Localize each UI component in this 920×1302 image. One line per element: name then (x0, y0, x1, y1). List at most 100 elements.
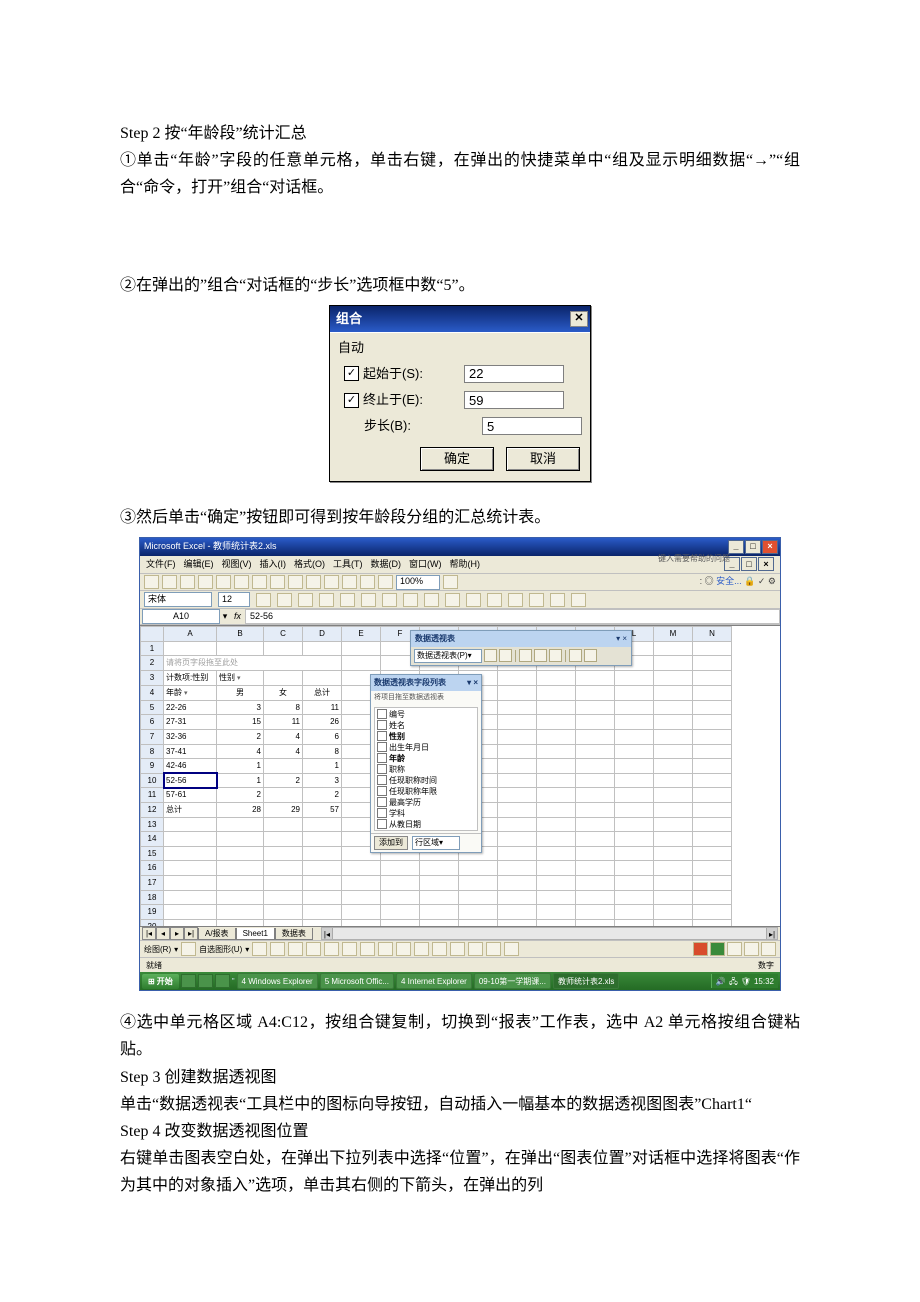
start-button[interactable]: ⊞ 开始 (142, 974, 179, 990)
name-box[interactable]: A10 (142, 609, 220, 624)
row-header[interactable]: 20 (141, 919, 164, 926)
cell[interactable]: 1 (217, 759, 264, 774)
cell[interactable]: 3 (303, 773, 342, 788)
font-selector[interactable]: 宋体 (144, 592, 212, 607)
end-checkbox[interactable]: ✓ (344, 393, 359, 408)
field-list-close-icon[interactable]: ▾ × (467, 676, 478, 690)
extra-icon-3[interactable] (761, 942, 776, 956)
cell[interactable]: 8 (303, 744, 342, 759)
row-header[interactable]: 10 (141, 773, 164, 788)
cell[interactable]: 22-26 (164, 700, 217, 715)
redo-icon[interactable] (324, 575, 339, 589)
field-checkbox[interactable] (377, 808, 387, 818)
tray-icon-3[interactable]: 🛡 (741, 975, 751, 989)
spell-icon[interactable] (234, 575, 249, 589)
close-window-icon[interactable]: × (762, 540, 778, 554)
field-list-item[interactable]: 任现职称年限 (377, 786, 475, 797)
shadow-icon[interactable] (486, 942, 501, 956)
linestyle-icon[interactable] (432, 942, 447, 956)
field-list-item[interactable]: 学科 (377, 808, 475, 819)
pivot-field-list[interactable]: 数据透视表字段列表 ▾ × 将项目拖至数据透视表 编号姓名性别出生年月日年龄职称… (370, 674, 482, 852)
pivot-toolbar[interactable]: 数据透视表 ▾ × 数据透视表(P) ▾ (410, 630, 632, 666)
menu-insert[interactable]: 插入(I) (260, 557, 287, 572)
field-list-item[interactable]: 姓名 (377, 720, 475, 731)
cell[interactable]: 26 (303, 715, 342, 730)
row-header[interactable]: 15 (141, 846, 164, 861)
field-list-item[interactable]: 编号 (377, 709, 475, 720)
preview-icon[interactable] (216, 575, 231, 589)
row-header[interactable]: 17 (141, 875, 164, 890)
row-header[interactable]: 2 (141, 656, 164, 671)
field-checkbox[interactable] (377, 764, 387, 774)
minimize-icon[interactable]: _ (728, 540, 744, 554)
cell[interactable]: 3 (217, 700, 264, 715)
area-dropdown[interactable]: 行区域 ▾ (412, 836, 460, 850)
cell[interactable]: 年龄▾ (164, 685, 217, 700)
cell[interactable]: 37-41 (164, 744, 217, 759)
tab-prev-icon[interactable]: ◂ (156, 927, 170, 940)
clipart-icon[interactable] (360, 942, 375, 956)
borders-icon[interactable] (529, 593, 544, 607)
task-ie[interactable]: 4 Internet Explorer (396, 973, 472, 989)
cancel-button[interactable]: 取消 (506, 447, 580, 471)
fx-icon[interactable]: fx (234, 609, 241, 624)
menu-tools[interactable]: 工具(T) (333, 557, 363, 572)
underline-icon[interactable] (298, 593, 313, 607)
tray-icon-1[interactable]: 🔊 (716, 975, 726, 989)
field-list-item[interactable]: 性别 (377, 731, 475, 742)
cell[interactable]: 2 (217, 788, 264, 803)
align-center-icon[interactable] (340, 593, 355, 607)
cell[interactable]: 2 (217, 730, 264, 745)
pivot-dropdown[interactable]: 数据透视表(P) ▾ (414, 649, 482, 663)
help-hint[interactable]: 键入需要帮助的问题 (658, 552, 730, 566)
comma-icon[interactable] (445, 593, 460, 607)
row-header[interactable]: 6 (141, 715, 164, 730)
menu-help[interactable]: 帮助(H) (450, 557, 481, 572)
cell[interactable]: 4 (264, 744, 303, 759)
page-field-hint[interactable]: 请将页字段拖至此处 (164, 656, 342, 671)
step-input[interactable] (482, 417, 582, 435)
percent-icon[interactable] (424, 593, 439, 607)
merge-icon[interactable] (382, 593, 397, 607)
col-header[interactable]: E (342, 627, 381, 642)
cell[interactable]: 总计 (164, 803, 217, 818)
pivot-hide-icon[interactable] (519, 649, 532, 662)
sheet-tab-active[interactable]: Sheet1 (236, 928, 275, 940)
copy-icon[interactable] (270, 575, 285, 589)
menu-data[interactable]: 数据(D) (371, 557, 402, 572)
cell[interactable]: 1 (303, 759, 342, 774)
cell[interactable]: 11 (303, 700, 342, 715)
start-checkbox[interactable]: ✓ (344, 366, 359, 381)
field-checkbox[interactable] (377, 742, 387, 752)
formula-bar[interactable]: 52-56 (245, 609, 780, 624)
sheet-tab-data[interactable]: 数据表 (275, 928, 313, 940)
pivot-chart-icon[interactable] (569, 649, 582, 662)
dec-decimal-icon[interactable] (487, 593, 502, 607)
add-to-button[interactable]: 添加到 (374, 836, 408, 850)
cell[interactable]: 28 (217, 803, 264, 818)
cell[interactable]: 8 (264, 700, 303, 715)
paste-icon[interactable] (288, 575, 303, 589)
cell[interactable]: 15 (217, 715, 264, 730)
italic-icon[interactable] (277, 593, 292, 607)
menu-window[interactable]: 窗口(W) (409, 557, 442, 572)
cell[interactable] (264, 759, 303, 774)
pivot-format-icon[interactable] (549, 649, 562, 662)
font-color-icon[interactable] (571, 593, 586, 607)
col-header[interactable]: D (303, 627, 342, 642)
extra-red-icon[interactable] (693, 942, 708, 956)
close-icon[interactable]: ✕ (570, 311, 588, 327)
cell[interactable]: 计数项:性别 (164, 671, 217, 686)
extra-green-icon[interactable] (710, 942, 725, 956)
row-header[interactable]: 5 (141, 700, 164, 715)
cell[interactable]: 2 (303, 788, 342, 803)
field-checkbox[interactable] (377, 819, 387, 829)
col-header[interactable]: B (217, 627, 264, 642)
col-header[interactable]: M (654, 627, 693, 642)
pivot-fieldlist-icon[interactable] (584, 649, 597, 662)
cell[interactable]: 1 (217, 773, 264, 788)
field-list-item[interactable]: 从教日期 (377, 819, 475, 830)
row-header[interactable]: 11 (141, 788, 164, 803)
line-icon[interactable] (252, 942, 267, 956)
sort-desc-icon[interactable] (360, 575, 375, 589)
